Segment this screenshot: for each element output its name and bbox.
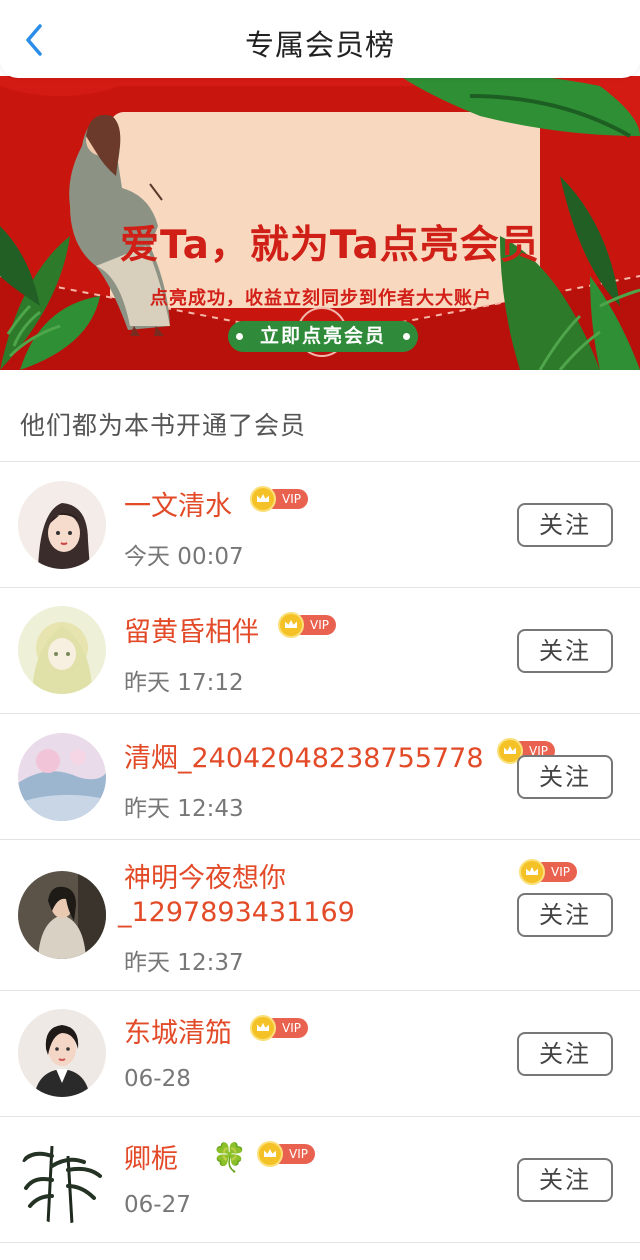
promo-banner[interactable]: 爱Ta，就为Ta点亮会员 点亮成功，收益立刻同步到作者大大账户 立即点亮会员	[0, 76, 640, 370]
nav-header: 专属会员榜	[0, 0, 640, 78]
follow-button[interactable]: 关注	[517, 755, 613, 799]
member-name-line1[interactable]: 神明今夜想你	[124, 862, 286, 896]
member-time: 06-28	[124, 1066, 191, 1092]
avatar[interactable]	[18, 606, 106, 694]
section-title: 他们都为本书开通了会员	[20, 411, 307, 440]
avatar[interactable]	[18, 733, 106, 821]
vip-badge: VIP	[278, 612, 338, 638]
member-row: 留黄昏相伴 VIP 昨天 17:12 关注	[0, 588, 640, 714]
crown-icon	[250, 486, 276, 512]
member-name[interactable]: 一文清水	[124, 490, 232, 524]
crown-icon	[278, 612, 304, 638]
vip-badge: VIP	[250, 1015, 310, 1041]
follow-button[interactable]: 关注	[517, 893, 613, 937]
crown-icon	[257, 1141, 283, 1167]
avatar[interactable]	[18, 481, 106, 569]
member-time: 昨天 17:12	[124, 670, 244, 696]
member-time: 昨天 12:37	[124, 950, 244, 976]
follow-button[interactable]: 关注	[517, 1158, 613, 1202]
vip-badge: VIP	[519, 859, 579, 885]
page-title: 专属会员榜	[244, 28, 395, 62]
member-time: 昨天 12:43	[124, 796, 244, 822]
member-name[interactable]: 留黄昏相伴	[124, 616, 259, 650]
vip-badge: VIP	[257, 1141, 317, 1167]
avatar[interactable]	[18, 1009, 106, 1097]
member-name[interactable]: 卿栀	[124, 1143, 178, 1177]
member-row: 神明今夜想你 _1297893431169 VIP 昨天 12:37 关注	[0, 840, 640, 991]
member-time: 06-27	[124, 1192, 191, 1218]
follow-button[interactable]: 关注	[517, 629, 613, 673]
member-row: 一文清水 VIP 今天 00:07 关注	[0, 462, 640, 588]
banner-subtitle: 点亮成功，收益立刻同步到作者大大账户	[150, 288, 492, 309]
member-row: 清烟_24042048238755778 VIP 昨天 12:43 关注	[0, 714, 640, 840]
follow-button[interactable]: 关注	[517, 503, 613, 547]
follow-button[interactable]: 关注	[517, 1032, 613, 1076]
crown-icon	[250, 1015, 276, 1041]
banner-headline: 爱Ta，就为Ta点亮会员	[120, 223, 540, 268]
clover-icon: 🍀	[212, 1141, 247, 1174]
member-name-line2[interactable]: _1297893431169	[118, 896, 355, 930]
member-row: 东城清笳 VIP 06-28 关注	[0, 991, 640, 1117]
member-time: 今天 00:07	[124, 544, 244, 570]
crown-icon	[519, 859, 545, 885]
member-name[interactable]: 东城清笳	[124, 1017, 232, 1051]
avatar[interactable]	[18, 871, 106, 959]
member-row: 卿栀 🍀 VIP 06-27 关注	[0, 1117, 640, 1243]
member-name[interactable]: 清烟_24042048238755778	[124, 742, 484, 776]
vip-badge: VIP	[250, 486, 310, 512]
avatar[interactable]	[18, 1136, 106, 1224]
activate-vip-button[interactable]: 立即点亮会员	[228, 321, 418, 352]
